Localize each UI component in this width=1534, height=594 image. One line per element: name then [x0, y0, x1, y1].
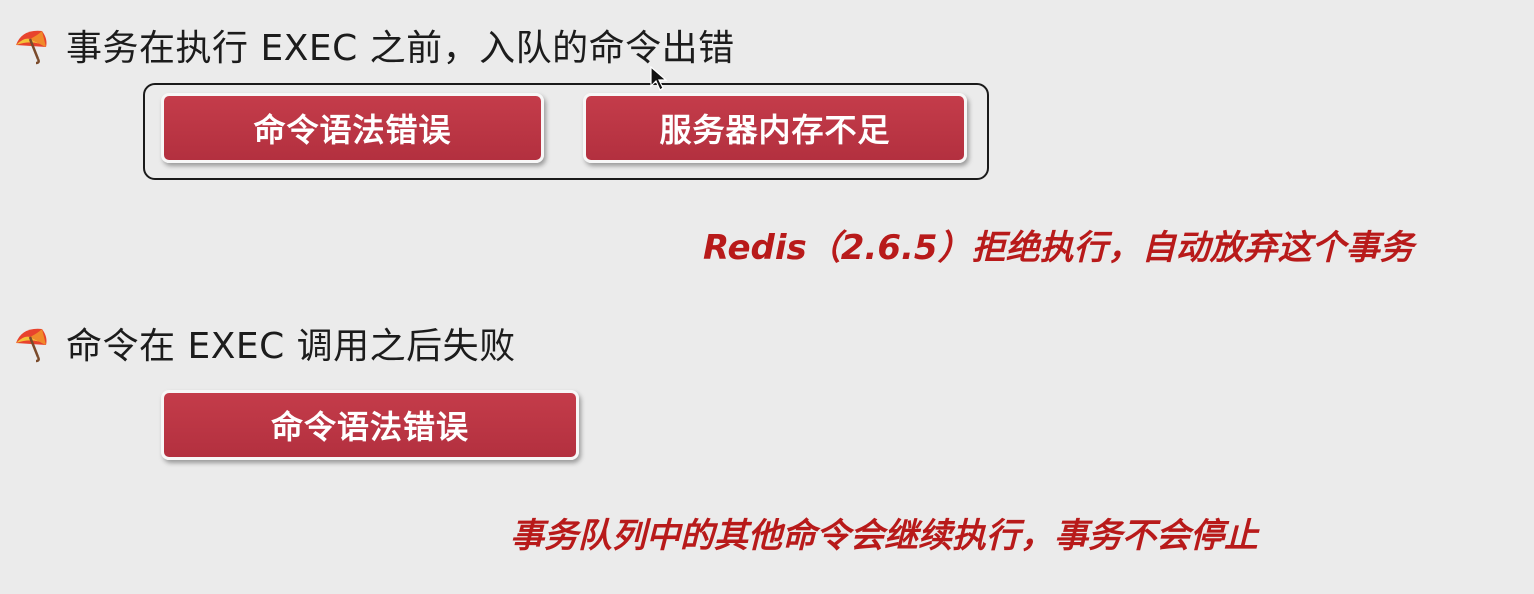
mouse-cursor-icon [650, 66, 668, 91]
umbrella-icon [16, 30, 47, 65]
section1-title: 事务在执行 EXEC 之前，入队的命令出错 [66, 28, 735, 69]
section1-heading: 事务在执行 EXEC 之前，入队的命令出错 [12, 20, 735, 70]
umbrella-icon [16, 328, 47, 363]
section2-heading: 命令在 EXEC 调用之后失败 [12, 318, 516, 368]
section2-title: 命令在 EXEC 调用之后失败 [66, 326, 516, 367]
syntax-error-button-2[interactable]: 命令语法错误 [161, 390, 579, 460]
syntax-error-button[interactable]: 命令语法错误 [161, 93, 544, 163]
section2-note: 事务队列中的其他命令会继续执行，事务不会停止 [510, 516, 1258, 556]
section1-note: Redis（2.6.5）拒绝执行，自动放弃这个事务 [703, 228, 1414, 268]
out-of-memory-button[interactable]: 服务器内存不足 [583, 93, 967, 163]
